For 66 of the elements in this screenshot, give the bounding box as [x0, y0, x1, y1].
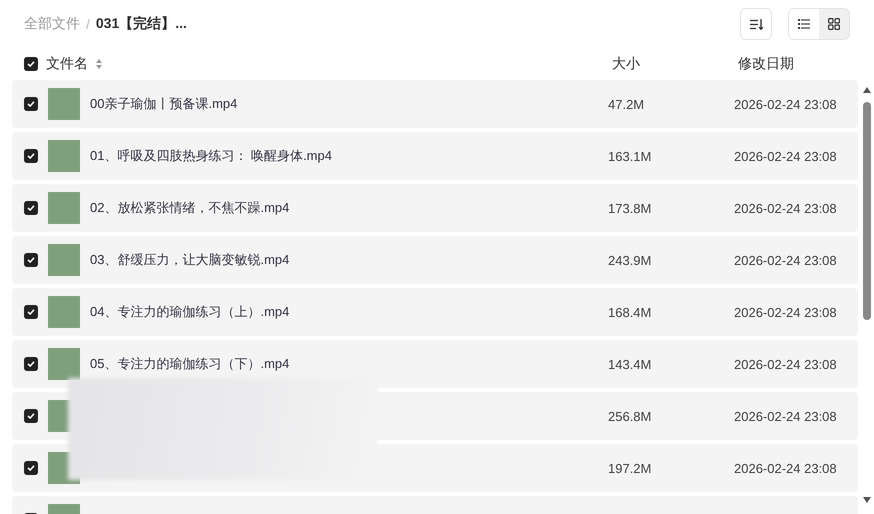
breadcrumb-item[interactable]: 031【完结】... — [96, 15, 187, 33]
checkbox[interactable] — [24, 409, 38, 423]
checkbox[interactable] — [24, 305, 38, 319]
scroll-down-icon[interactable] — [862, 496, 872, 504]
checkbox[interactable] — [24, 357, 38, 371]
file-name: 04、专注力的瑜伽练习（上）.mp4 — [90, 303, 290, 321]
column-header: 大小 — [612, 55, 640, 71]
checkmark-icon — [27, 256, 35, 264]
modified-date: 2026-02-24 23:08 — [734, 96, 837, 112]
file-row[interactable]: 02、放松紧张情绪，不焦不躁.mp4 173.8M 2026-02-24 23:08 — [12, 184, 858, 232]
checkbox[interactable] — [24, 461, 38, 475]
photo-placeholder — [48, 348, 80, 380]
file-row[interactable]: 05、专注力的瑜伽练习（下）.mp4 143.4M 2026-02-24 23:08 — [12, 340, 858, 388]
modified-date: 2026-02-24 23:08 — [734, 148, 837, 164]
grid-icon — [828, 18, 840, 30]
modified-date: 2026-02-24 23:08 — [734, 304, 837, 320]
file-row[interactable]: 01、呼吸及四肢热身练习： 唤醒身体.mp4 163.1M 2026-02-24 23:08 — [12, 132, 858, 180]
checkbox[interactable] — [24, 57, 38, 71]
file-size: 173.8M — [608, 200, 652, 216]
checkmark-icon — [27, 464, 35, 472]
modified-date: 2026-02-24 23:08 — [734, 200, 837, 216]
scrollbar-thumb[interactable] — [863, 102, 871, 320]
sort-button[interactable] — [740, 8, 772, 40]
checkbox[interactable] — [24, 201, 38, 215]
column-header: 修改日期 — [738, 55, 794, 71]
file-size: 47.2M — [608, 96, 644, 112]
checkbox[interactable] — [24, 97, 38, 111]
photo-placeholder — [48, 296, 80, 328]
checkmark-icon — [27, 60, 35, 68]
photo-placeholder — [48, 244, 80, 276]
file-name: 03、舒缓压力，让大脑变敏锐.mp4 — [90, 251, 290, 269]
checkmark-icon — [27, 308, 35, 316]
file-size: 197.2M — [608, 460, 652, 476]
checkbox[interactable] — [24, 149, 38, 163]
file-row[interactable]: 04、专注力的瑜伽练习（上）.mp4 168.4M 2026-02-24 23:08 — [12, 288, 858, 336]
column-header[interactable]: 文件名 — [46, 55, 88, 73]
photo-placeholder — [48, 88, 80, 120]
checkmark-icon — [27, 204, 35, 212]
file-name: 05、专注力的瑜伽练习（下）.mp4 — [90, 355, 290, 373]
file-name: 02、放松紧张情绪，不焦不躁.mp4 — [90, 199, 290, 217]
modified-date: 2026-02-24 23:08 — [734, 460, 837, 476]
checkmark-icon — [27, 152, 35, 160]
checkmark-icon — [27, 100, 35, 108]
sort-icon — [750, 18, 762, 30]
file-row[interactable]: 03、舒缓压力，让大脑变敏锐.mp4 243.9M 2026-02-24 23:08 — [12, 236, 858, 284]
file-name: 00亲子瑜伽丨预备课.mp4 — [90, 95, 238, 113]
file-size: 143.4M — [608, 356, 652, 372]
file-size: 168.4M — [608, 304, 652, 320]
breadcrumb-separator: / — [86, 16, 90, 32]
list-icon — [798, 19, 810, 29]
file-size: 163.1M — [608, 148, 652, 164]
modified-date: 2026-02-24 23:08 — [734, 356, 837, 372]
checkmark-icon — [27, 412, 35, 420]
file-row[interactable]: 00亲子瑜伽丨预备课.mp4 47.2M 2026-02-24 23:08 — [12, 80, 858, 128]
file-name: 01、呼吸及四肢热身练习： 唤醒身体.mp4 — [90, 147, 332, 165]
modified-date: 2026-02-24 23:08 — [734, 252, 837, 268]
scroll-up-icon[interactable] — [862, 86, 872, 94]
checkbox[interactable] — [24, 253, 38, 267]
view-toggle[interactable] — [819, 9, 849, 39]
photo-placeholder — [48, 192, 80, 224]
photo-placeholder — [48, 140, 80, 172]
file-size: 243.9M — [608, 252, 652, 268]
checkmark-icon — [27, 360, 35, 368]
modified-date: 2026-02-24 23:08 — [734, 408, 837, 424]
file-size: 256.8M — [608, 408, 652, 424]
sort-icon[interactable] — [96, 59, 102, 69]
